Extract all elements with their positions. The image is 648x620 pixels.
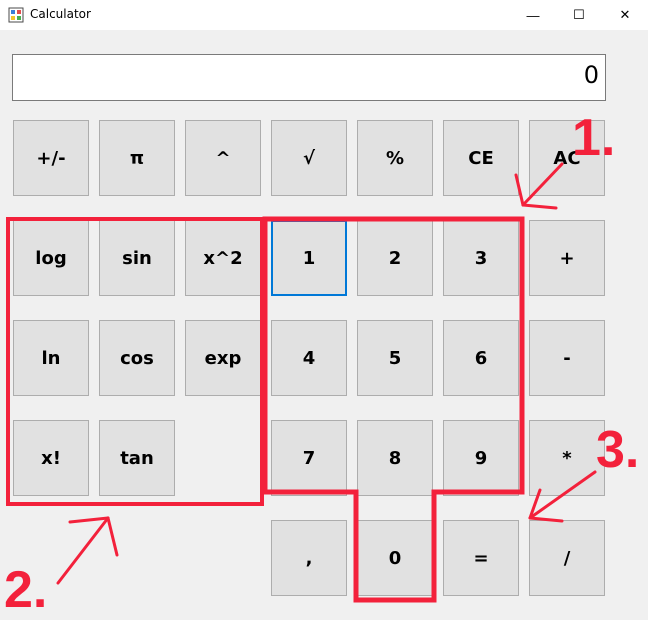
power-button[interactable]: ^ (185, 120, 261, 196)
divide-button[interactable]: / (529, 520, 605, 596)
sqrt-button[interactable]: √ (271, 120, 347, 196)
exp-button[interactable]: exp (185, 320, 261, 396)
arrow-2-icon (56, 516, 119, 585)
digit-7-button[interactable]: 7 (271, 420, 347, 496)
digit-2-button[interactable]: 2 (357, 220, 433, 296)
minimize-button[interactable]: — (510, 0, 556, 30)
percent-button[interactable]: % (357, 120, 433, 196)
digit-5-button[interactable]: 5 (357, 320, 433, 396)
multiply-button[interactable]: * (529, 420, 605, 496)
display-value: 0 (583, 61, 599, 89)
clear-entry-button[interactable]: CE (443, 120, 519, 196)
close-icon: ✕ (619, 7, 631, 22)
sign-button[interactable]: +/- (13, 120, 89, 196)
digit-1-button[interactable]: 1 (271, 220, 347, 296)
title-bar: Calculator — ☐ ✕ (0, 0, 648, 30)
display-field[interactable]: 0 (12, 54, 606, 101)
comma-button[interactable]: , (271, 520, 347, 596)
cos-button[interactable]: cos (99, 320, 175, 396)
maximize-button[interactable]: ☐ (556, 0, 602, 30)
annotation-label-2: 2. (4, 561, 48, 619)
square-button[interactable]: x^2 (185, 220, 261, 296)
digit-8-button[interactable]: 8 (357, 420, 433, 496)
tan-button[interactable]: tan (99, 420, 175, 496)
maximize-icon: ☐ (573, 7, 585, 22)
digit-3-button[interactable]: 3 (443, 220, 519, 296)
sin-button[interactable]: sin (99, 220, 175, 296)
minus-button[interactable]: - (529, 320, 605, 396)
window-title: Calculator (30, 7, 91, 21)
annotation-label-1: 1. (572, 109, 616, 167)
app-icon (8, 7, 24, 23)
equals-button[interactable]: = (443, 520, 519, 596)
digit-6-button[interactable]: 6 (443, 320, 519, 396)
log-button[interactable]: log (13, 220, 89, 296)
digit-9-button[interactable]: 9 (443, 420, 519, 496)
close-button[interactable]: ✕ (602, 0, 648, 30)
ln-button[interactable]: ln (13, 320, 89, 396)
digit-4-button[interactable]: 4 (271, 320, 347, 396)
factorial-button[interactable]: x! (13, 420, 89, 496)
annotation-label-3: 3. (596, 421, 640, 479)
minimize-icon: — (526, 7, 540, 23)
pi-button[interactable]: π (99, 120, 175, 196)
plus-button[interactable]: + (529, 220, 605, 296)
digit-0-button[interactable]: 0 (357, 520, 433, 596)
